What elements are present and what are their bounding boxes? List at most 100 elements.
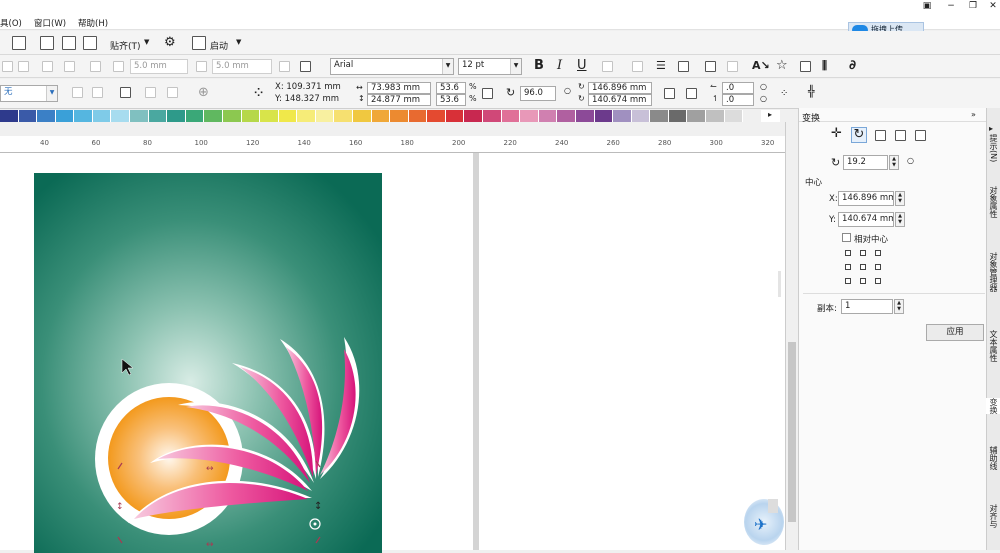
- skew-y-field[interactable]: .0: [722, 94, 754, 106]
- height-field[interactable]: 24.877 mm: [367, 94, 431, 106]
- chevron-down-icon[interactable]: ▼: [236, 38, 241, 46]
- x-position-field[interactable]: X: 109.371 mm: [272, 82, 346, 94]
- add-icon[interactable]: ⊕: [198, 86, 209, 100]
- color-swatch[interactable]: [427, 110, 446, 122]
- y-position-field[interactable]: Y: 148.327 mm: [272, 94, 346, 106]
- color-swatch[interactable]: [111, 110, 131, 122]
- color-swatch[interactable]: [613, 110, 632, 122]
- color-swatch[interactable]: [352, 110, 372, 122]
- gear-icon[interactable]: ⚙: [164, 36, 176, 50]
- color-swatch[interactable]: [557, 110, 576, 122]
- color-swatch[interactable]: [204, 110, 223, 122]
- anchor-icon[interactable]: ⁘: [254, 86, 263, 100]
- fullscreen-icon[interactable]: [12, 36, 26, 50]
- mirror-horizontal-icon[interactable]: [664, 88, 675, 99]
- anchor-middle-left[interactable]: [845, 264, 851, 270]
- fill-select[interactable]: 无 ▼: [0, 85, 58, 102]
- color-swatch[interactable]: [575, 110, 595, 122]
- grid-icon[interactable]: [62, 36, 76, 50]
- collapse-icon[interactable]: »: [971, 110, 976, 119]
- anchor-middle-right[interactable]: [875, 264, 881, 270]
- color-swatch[interactable]: [37, 110, 56, 122]
- horizontal-text-icon[interactable]: [800, 61, 811, 72]
- text-format-icon[interactable]: [705, 61, 716, 72]
- center-y-spinner[interactable]: ▲ ▼: [895, 212, 905, 227]
- color-swatch[interactable]: [167, 110, 186, 122]
- anchor-top-center[interactable]: [860, 250, 866, 256]
- node-icon[interactable]: [42, 61, 53, 72]
- color-swatch[interactable]: [483, 110, 502, 122]
- launch-button[interactable]: 启动: [210, 39, 228, 52]
- center-y-input[interactable]: 140.674 mm: [838, 212, 894, 227]
- combine-icon[interactable]: [92, 87, 103, 98]
- color-swatch[interactable]: [501, 110, 521, 122]
- color-swatch[interactable]: [260, 110, 279, 122]
- color-swatch[interactable]: [0, 110, 19, 122]
- font-size-select[interactable]: 12 pt ▼: [458, 58, 522, 75]
- snap-button[interactable]: 贴齐(T): [110, 39, 141, 52]
- position-tab-icon[interactable]: ✛: [831, 127, 842, 141]
- menu-tools[interactable]: 具(O): [0, 17, 22, 29]
- color-swatch[interactable]: [92, 110, 112, 122]
- skew-x-field[interactable]: .0: [722, 82, 754, 94]
- color-swatch[interactable]: [55, 110, 75, 122]
- color-swatch[interactable]: [185, 110, 205, 122]
- color-swatch[interactable]: [520, 110, 539, 122]
- color-swatch[interactable]: [278, 110, 298, 122]
- corner-size-field-1[interactable]: 5.0 mm: [130, 59, 188, 74]
- color-swatch[interactable]: [408, 110, 428, 122]
- center-y-field[interactable]: 140.674 mm: [588, 94, 652, 106]
- anchor-middle-center[interactable]: [860, 264, 866, 270]
- drawing-canvas[interactable]: ↔ ↔ ↕ ↕ ✈: [0, 153, 785, 553]
- color-swatch[interactable]: [241, 110, 261, 122]
- petal-artwork[interactable]: ↔ ↔ ↕ ↕: [0, 153, 480, 550]
- vertical-text-icon[interactable]: ⫼: [822, 59, 827, 73]
- apply-button[interactable]: 应用: [926, 324, 984, 341]
- color-swatch[interactable]: [390, 110, 409, 122]
- rotation-angle-field[interactable]: 19.2: [843, 155, 888, 170]
- group-icon[interactable]: [145, 87, 156, 98]
- wrap-text-icon[interactable]: [120, 87, 131, 98]
- star-icon[interactable]: ☆: [776, 59, 788, 73]
- node-icon[interactable]: [64, 61, 75, 72]
- size-tab-icon[interactable]: [895, 130, 906, 141]
- scale-y-field[interactable]: 53.6: [436, 94, 466, 106]
- underline-button[interactable]: U: [577, 59, 587, 73]
- tab-text-properties[interactable]: 文本属性: [986, 330, 1000, 362]
- text-effect-icon[interactable]: [602, 61, 613, 72]
- center-x-input[interactable]: 146.896 mm: [838, 191, 894, 206]
- color-swatch[interactable]: [464, 110, 484, 122]
- skew-tab-icon[interactable]: [915, 130, 926, 141]
- rotate-tab-icon[interactable]: ↻: [851, 127, 867, 143]
- color-swatch[interactable]: [297, 110, 316, 122]
- guidelines-icon[interactable]: [83, 36, 97, 50]
- center-x-field[interactable]: 146.896 mm: [588, 82, 652, 94]
- italic-button[interactable]: I: [557, 59, 562, 73]
- node-icon[interactable]: [90, 61, 101, 72]
- anchor-top-left[interactable]: [845, 250, 851, 256]
- tab-scroll-icon[interactable]: ▸: [989, 124, 993, 133]
- color-swatch[interactable]: [371, 110, 391, 122]
- edit-text-icon[interactable]: [727, 61, 738, 72]
- close-icon[interactable]: ✕: [986, 1, 1000, 12]
- scale-tab-icon[interactable]: [875, 130, 886, 141]
- color-swatch[interactable]: [631, 110, 651, 122]
- palette-scroll-icon[interactable]: ▸: [768, 110, 772, 119]
- relative-center-checkbox[interactable]: [842, 233, 851, 242]
- restore-icon[interactable]: ❐: [966, 1, 980, 12]
- transform-icon[interactable]: ⁘: [780, 87, 788, 101]
- color-swatch[interactable]: [668, 110, 688, 122]
- color-swatch[interactable]: [594, 110, 614, 122]
- tab-align[interactable]: 对齐与: [986, 504, 1000, 528]
- bullet-list-icon[interactable]: ☰: [656, 59, 666, 73]
- corner-icon[interactable]: [113, 61, 124, 72]
- color-swatch[interactable]: [222, 110, 242, 122]
- color-swatch[interactable]: [650, 110, 669, 122]
- ungroup-icon[interactable]: [167, 87, 178, 98]
- show-wireframe-icon[interactable]: [40, 36, 54, 50]
- color-swatch[interactable]: [687, 110, 706, 122]
- anchor-bottom-right[interactable]: [875, 278, 881, 284]
- script-icon[interactable]: ∂: [849, 59, 856, 73]
- anchor-bottom-left[interactable]: [845, 278, 851, 284]
- vertical-scrollbar[interactable]: [785, 122, 797, 550]
